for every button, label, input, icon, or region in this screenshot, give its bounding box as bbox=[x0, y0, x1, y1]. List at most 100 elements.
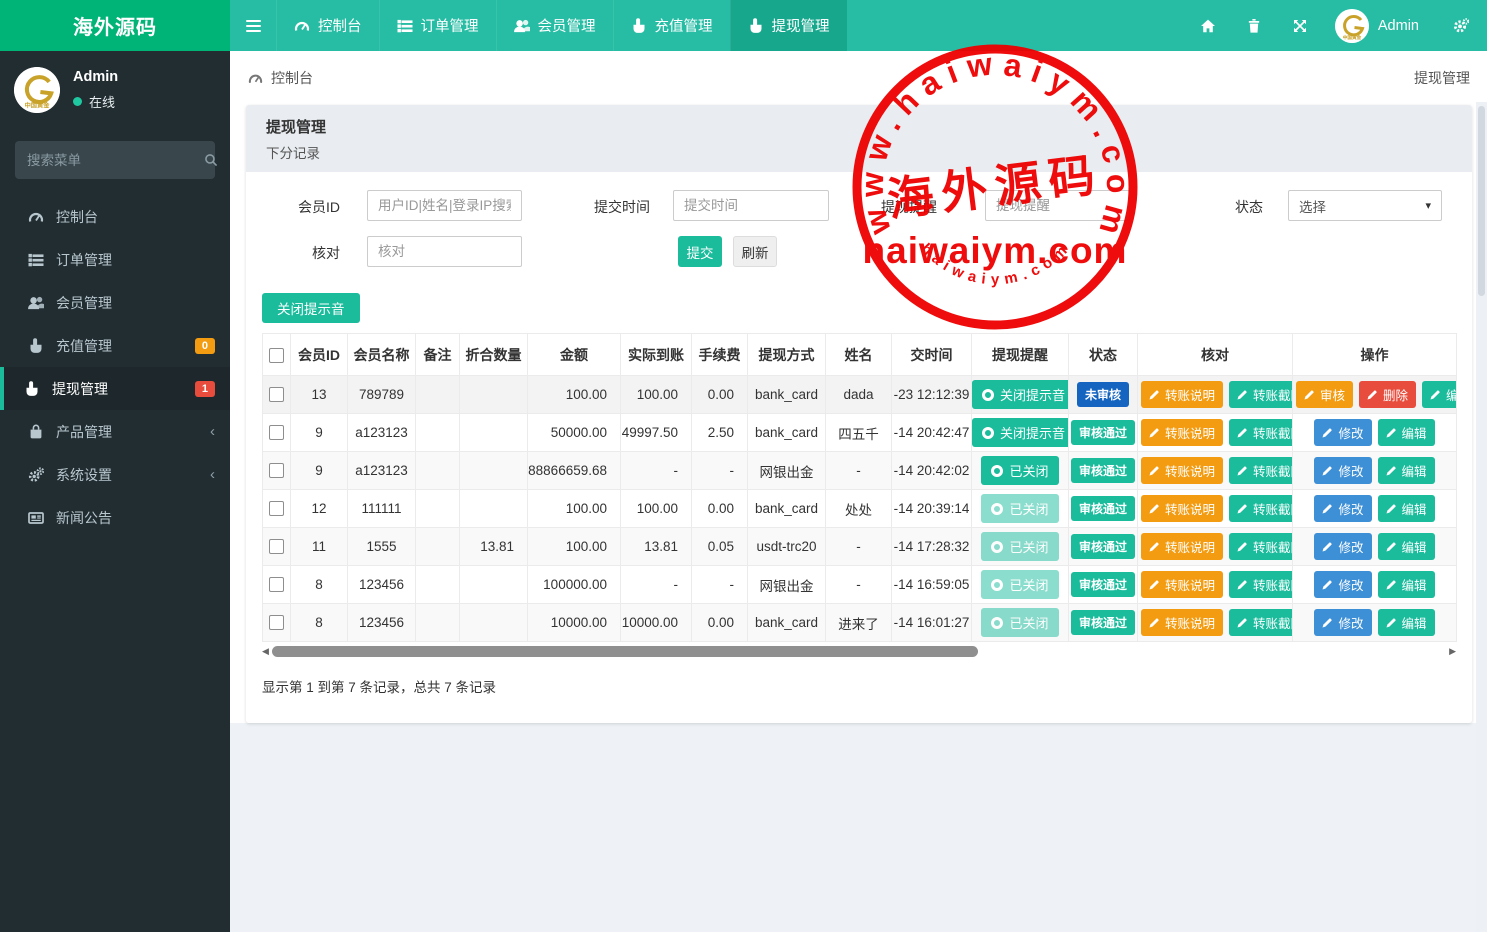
sidebar-item[interactable]: 充值管理 0 bbox=[0, 324, 230, 367]
row-checkbox[interactable] bbox=[269, 463, 284, 479]
cell-remark bbox=[415, 413, 460, 452]
check-button[interactable]: 转账截图 bbox=[1229, 419, 1292, 446]
cell-member-name: 111111 bbox=[347, 489, 416, 528]
action-button[interactable]: 编辑 bbox=[1422, 381, 1456, 408]
check-button[interactable]: 转账截图 bbox=[1229, 571, 1292, 598]
table-row: 11 1555 13.81 100.00 13.81 0.05 usdt-trc… bbox=[262, 527, 1457, 566]
row-checkbox[interactable] bbox=[269, 539, 284, 555]
row-checkbox[interactable] bbox=[269, 577, 284, 593]
check-button[interactable]: 转账说明 bbox=[1141, 419, 1224, 446]
status-select[interactable]: 选择 ▾ bbox=[1288, 190, 1442, 221]
column-header: 核对 bbox=[1137, 333, 1293, 376]
topnav-item[interactable]: 充值管理 bbox=[612, 0, 730, 51]
sidebar-item[interactable]: 控制台 bbox=[0, 195, 230, 238]
action-button[interactable]: 编辑 bbox=[1377, 571, 1435, 598]
check-button[interactable]: 转账截图 bbox=[1229, 609, 1292, 636]
mute-sound-button[interactable]: 关闭提示音 bbox=[262, 293, 360, 323]
reminder-button[interactable]: 已关闭 bbox=[981, 494, 1059, 523]
breadcrumb-left[interactable]: 控制台 bbox=[271, 68, 313, 88]
check-button[interactable]: 转账截图 bbox=[1229, 457, 1292, 484]
home-icon[interactable] bbox=[1185, 0, 1231, 51]
column-header: 提现方式 bbox=[747, 333, 826, 376]
action-button[interactable]: 删除 bbox=[1359, 381, 1417, 408]
reminder-button[interactable]: 已关闭 bbox=[981, 456, 1059, 485]
sidebar-item[interactable]: 新闻公告 bbox=[0, 496, 230, 539]
scroll-left-icon[interactable]: ◀ bbox=[262, 646, 272, 657]
action-button[interactable]: 修改 bbox=[1314, 533, 1372, 560]
sidebar-item[interactable]: 订单管理 bbox=[0, 238, 230, 281]
fullscreen-icon[interactable] bbox=[1277, 0, 1323, 51]
cell-select bbox=[262, 565, 291, 604]
brand-logo[interactable]: 海外源码 bbox=[0, 0, 230, 51]
sidebar-toggle-button[interactable] bbox=[230, 0, 276, 51]
refresh-button[interactable]: 刷新 bbox=[733, 236, 777, 267]
check-button[interactable]: 转账说明 bbox=[1141, 533, 1224, 560]
horizontal-scrollbar: ◀ ▶ bbox=[262, 644, 1456, 658]
sidebar-avatar[interactable]: 中国黄金 bbox=[14, 67, 60, 113]
action-button[interactable]: 编辑 bbox=[1377, 457, 1435, 484]
action-button[interactable]: 编辑 bbox=[1377, 533, 1435, 560]
trash-icon[interactable] bbox=[1231, 0, 1277, 51]
row-checkbox[interactable] bbox=[269, 501, 284, 517]
check-button[interactable]: 转账截图 bbox=[1229, 381, 1292, 408]
scrollbar-track[interactable] bbox=[272, 645, 1446, 657]
check-button[interactable]: 转账说明 bbox=[1141, 495, 1224, 522]
remind-input[interactable] bbox=[985, 190, 1130, 221]
check-button[interactable]: 转账说明 bbox=[1141, 381, 1224, 408]
record-circle-icon bbox=[991, 578, 1004, 591]
action-button[interactable]: 修改 bbox=[1314, 419, 1372, 446]
action-button[interactable]: 修改 bbox=[1314, 457, 1372, 484]
select-all-checkbox[interactable] bbox=[269, 347, 284, 363]
sidebar-item[interactable]: 提现管理 1 bbox=[0, 367, 230, 410]
sidebar-item[interactable]: 会员管理 bbox=[0, 281, 230, 324]
cell-remark bbox=[415, 489, 460, 528]
sidebar-item[interactable]: 系统设置 ‹ bbox=[0, 453, 230, 496]
action-button[interactable]: 修改 bbox=[1314, 495, 1372, 522]
menu-search-input[interactable] bbox=[27, 152, 204, 168]
cell-reminder: 已关闭 bbox=[971, 565, 1069, 604]
record-circle-icon bbox=[991, 464, 1004, 477]
action-button[interactable]: 编辑 bbox=[1377, 609, 1435, 636]
reminder-button[interactable]: 关闭提示音 bbox=[972, 418, 1068, 447]
avatar[interactable]: 中国黄金 bbox=[1334, 8, 1369, 43]
sidebar-item-label: 会员管理 bbox=[56, 294, 112, 311]
sidebar-user-panel: 中国黄金 Admin 在线 bbox=[0, 51, 230, 127]
scroll-right-icon[interactable]: ▶ bbox=[1446, 646, 1456, 657]
submit-time-input[interactable] bbox=[673, 190, 829, 221]
vertical-scrollbar[interactable] bbox=[1476, 102, 1487, 932]
member-id-input[interactable] bbox=[367, 190, 522, 221]
row-checkbox[interactable] bbox=[269, 425, 284, 441]
cell-converted-qty: 13.81 bbox=[459, 527, 528, 566]
check-button[interactable]: 转账说明 bbox=[1141, 571, 1224, 598]
settings-gear-icon[interactable] bbox=[1429, 0, 1487, 51]
topnav-item[interactable]: 会员管理 bbox=[495, 0, 613, 51]
topnav-item[interactable]: 提现管理 bbox=[729, 0, 847, 51]
submit-button[interactable]: 提交 bbox=[678, 236, 722, 267]
check-button[interactable]: 转账截图 bbox=[1229, 495, 1292, 522]
check-button[interactable]: 转账截图 bbox=[1229, 533, 1292, 560]
check-button[interactable]: 转账说明 bbox=[1141, 457, 1224, 484]
topnav-item[interactable]: 控制台 bbox=[276, 0, 379, 51]
action-button[interactable]: 修改 bbox=[1314, 609, 1372, 636]
reminder-button[interactable]: 已关闭 bbox=[981, 608, 1059, 637]
topnav-item[interactable]: 订单管理 bbox=[378, 0, 496, 51]
action-button[interactable]: 修改 bbox=[1314, 571, 1372, 598]
username[interactable]: Admin bbox=[1378, 18, 1419, 34]
row-checkbox[interactable] bbox=[269, 387, 284, 403]
action-button[interactable]: 编辑 bbox=[1377, 419, 1435, 446]
reminder-button[interactable]: 已关闭 bbox=[981, 570, 1059, 599]
cell-actions: 修改 编辑 bbox=[1292, 489, 1457, 528]
vertical-scrollbar-thumb[interactable] bbox=[1478, 106, 1485, 296]
row-checkbox[interactable] bbox=[269, 615, 284, 631]
reminder-button[interactable]: 已关闭 bbox=[981, 532, 1059, 561]
sidebar-item[interactable]: 产品管理 ‹ bbox=[0, 410, 230, 453]
action-button[interactable]: 审核 bbox=[1296, 381, 1354, 408]
reminder-button[interactable]: 关闭提示音 bbox=[972, 380, 1068, 409]
check-button[interactable]: 转账说明 bbox=[1141, 609, 1224, 636]
action-button[interactable]: 编辑 bbox=[1377, 495, 1435, 522]
cell-withdraw-method: bank_card bbox=[747, 375, 826, 414]
scrollbar-thumb[interactable] bbox=[272, 645, 978, 657]
chevron-left-icon: ‹ bbox=[210, 466, 215, 483]
search-icon[interactable] bbox=[204, 153, 218, 167]
check-input[interactable] bbox=[367, 236, 522, 267]
